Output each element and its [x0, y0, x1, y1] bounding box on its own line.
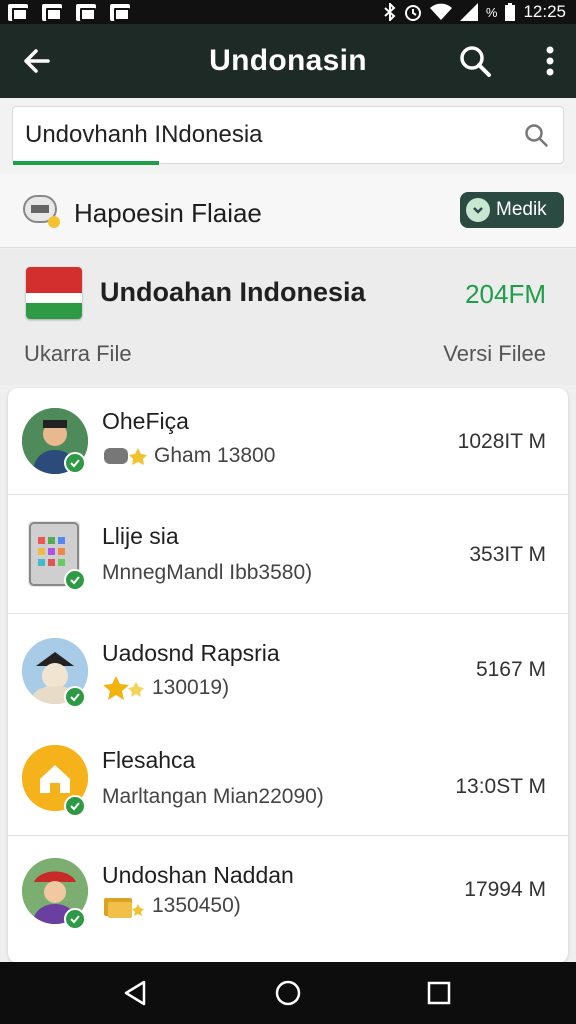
list-item[interactable]: Uadosnd Rapsria 130019) 5167 M — [8, 614, 568, 729]
item-size: 17994 M — [464, 878, 546, 901]
more-vert-icon[interactable] — [544, 46, 556, 76]
runner-icon — [110, 3, 130, 21]
verified-icon — [64, 908, 86, 930]
bluetooth-icon — [384, 3, 396, 21]
battery-text: % — [485, 4, 498, 20]
item-sub-text: Gham 13800 — [154, 444, 276, 467]
navigation-bar — [0, 962, 576, 1024]
search-focus-underline — [13, 161, 159, 165]
battery-icon — [505, 3, 516, 21]
alarm-icon — [404, 5, 421, 21]
item-sub-text: Marltangan Mian22090) — [102, 785, 324, 808]
search-icon[interactable] — [458, 44, 492, 78]
nav-recents-icon[interactable] — [424, 978, 454, 1008]
medik-button[interactable]: Medik — [460, 192, 564, 228]
list-item[interactable]: Flesahca Marltangan Mian22090) 13:0ST M — [8, 729, 568, 836]
indonesia-flag-icon — [26, 267, 82, 319]
featured-title: Undoahan Indonesia — [100, 277, 366, 307]
status-left-icons — [8, 3, 130, 21]
column-header-version: Versi Filee — [443, 341, 546, 366]
item-size: 353IT M — [469, 543, 546, 566]
status-time: 12:25 — [523, 2, 566, 21]
item-sub-text: 130019) — [152, 676, 230, 699]
storage-icon — [23, 195, 60, 228]
item-name: Undoshan Naddan — [102, 862, 294, 888]
filter-row: Hapoesin Flaiae Medik — [0, 174, 576, 248]
file-list: OheFiça Gham 13800 1028IT M Llije sia Mn… — [8, 388, 568, 963]
search-box[interactable] — [12, 106, 564, 165]
verified-icon — [64, 686, 86, 708]
item-name: OheFiça — [102, 408, 189, 434]
item-sub: Gham 13800 — [102, 444, 275, 468]
item-size: 5167 M — [475, 658, 546, 681]
verified-icon — [64, 452, 86, 474]
verified-icon — [64, 795, 86, 817]
column-header-file: Ukarra File — [24, 341, 132, 366]
nav-back-icon[interactable] — [120, 978, 150, 1008]
item-sub-text: MnnegMandl Ibb3580) — [102, 561, 313, 584]
arrow-left-icon[interactable] — [22, 46, 52, 76]
featured-package[interactable]: Undoahan Indonesia 204FM Ukarra File Ver… — [0, 249, 576, 385]
search-area — [0, 98, 576, 174]
item-sub-text: 1350450) — [152, 894, 241, 917]
medik-button-label: Medik — [496, 199, 547, 220]
image-icon — [76, 3, 96, 21]
item-name: Flesahca — [102, 747, 196, 773]
featured-size: 204FM — [465, 279, 546, 309]
item-sub: 1350450) — [102, 892, 241, 920]
chevron-down-icon — [466, 198, 490, 222]
list-item[interactable]: Undoshan Naddan 1350450) 17994 M — [8, 836, 568, 963]
list-item[interactable]: Llije sia MnnegMandl Ibb3580) 353IT M — [8, 495, 568, 614]
signal-icon — [459, 3, 478, 21]
list-item[interactable]: OheFiça Gham 13800 1028IT M — [8, 388, 568, 495]
wifi-icon — [429, 3, 452, 20]
gallery-icon — [8, 3, 28, 21]
item-size: 1028IT M — [457, 430, 546, 453]
item-name: Llije sia — [102, 523, 179, 549]
nav-home-icon[interactable] — [273, 978, 303, 1008]
item-size: 13:0ST M — [455, 775, 546, 798]
cat-star-icon — [104, 448, 147, 465]
status-bar: % 12:25 — [0, 0, 576, 24]
shield-icon — [42, 3, 62, 21]
item-name: Uadosnd Rapsria — [102, 640, 280, 666]
status-right-icons: % 12:25 — [384, 2, 566, 22]
stars-icon — [103, 676, 144, 700]
verified-icon — [64, 569, 86, 591]
search-input[interactable] — [25, 117, 505, 153]
app-bar: Undonasin — [0, 24, 576, 98]
folder-star-icon — [104, 898, 144, 918]
item-sub: 130019) — [102, 674, 229, 702]
filter-label: Hapoesin Flaiae — [74, 198, 262, 228]
search-field-icon[interactable] — [523, 122, 549, 148]
